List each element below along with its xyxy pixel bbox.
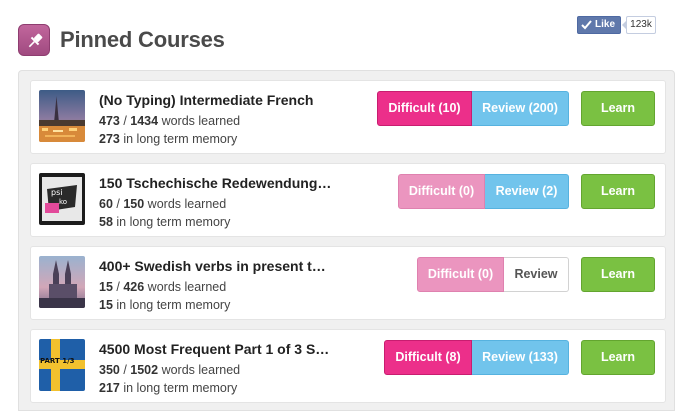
learn-button[interactable]: Learn bbox=[581, 174, 655, 209]
learn-button[interactable]: Learn bbox=[581, 257, 655, 292]
page-title: Pinned Courses bbox=[60, 27, 225, 52]
review-button[interactable]: Review (200) bbox=[472, 91, 569, 126]
course-title[interactable]: (No Typing) Intermediate French bbox=[99, 92, 313, 108]
learn-button[interactable]: Learn bbox=[581, 91, 655, 126]
review-button[interactable]: Review (133) bbox=[472, 340, 569, 375]
svg-text:ko: ko bbox=[59, 198, 67, 206]
thumbnail-part-label: PART 1/3 bbox=[40, 357, 75, 365]
course-card: (No Typing) Intermediate French 473 / 14… bbox=[30, 80, 666, 154]
long-term-memory-stat: 58 in long term memory bbox=[99, 215, 231, 229]
svg-text:psi: psi bbox=[51, 188, 62, 197]
review-button[interactable]: Review bbox=[504, 257, 569, 292]
like-count: 123k bbox=[622, 16, 656, 34]
course-card: psi ko 150 Tschechische Redewendung… 60 … bbox=[30, 163, 666, 237]
course-thumbnail-paris[interactable] bbox=[39, 90, 85, 142]
words-learned-stat: 350 / 1502 words learned bbox=[99, 363, 241, 377]
checkmark-icon bbox=[581, 20, 592, 30]
words-learned-stat: 473 / 1434 words learned bbox=[99, 114, 241, 128]
course-card: PART 1/3 4500 Most Frequent Part 1 of 3 … bbox=[30, 329, 666, 403]
words-learned-stat: 15 / 426 words learned bbox=[99, 280, 227, 294]
pinned-courses-panel: (No Typing) Intermediate French 473 / 14… bbox=[18, 70, 675, 411]
difficult-button[interactable]: Difficult (0) bbox=[417, 257, 504, 292]
course-thumbnail-cathedral[interactable] bbox=[39, 256, 85, 308]
course-thumbnail-swedish-flag[interactable]: PART 1/3 bbox=[39, 339, 85, 391]
difficult-button[interactable]: Difficult (8) bbox=[384, 340, 472, 375]
like-button[interactable]: Like bbox=[577, 16, 621, 34]
course-thumbnail-czech[interactable]: psi ko bbox=[39, 173, 85, 225]
course-card: 400+ Swedish verbs in present t… 15 / 42… bbox=[30, 246, 666, 320]
course-title[interactable]: 4500 Most Frequent Part 1 of 3 S… bbox=[99, 341, 329, 357]
review-button[interactable]: Review (2) bbox=[485, 174, 569, 209]
pushpin-icon bbox=[18, 24, 50, 56]
long-term-memory-stat: 15 in long term memory bbox=[99, 298, 231, 312]
long-term-memory-stat: 273 in long term memory bbox=[99, 132, 238, 146]
course-title[interactable]: 150 Tschechische Redewendung… bbox=[99, 175, 331, 191]
like-label: Like bbox=[595, 19, 616, 30]
learn-button[interactable]: Learn bbox=[581, 340, 655, 375]
difficult-button[interactable]: Difficult (0) bbox=[398, 174, 485, 209]
course-title[interactable]: 400+ Swedish verbs in present t… bbox=[99, 258, 326, 274]
words-learned-stat: 60 / 150 words learned bbox=[99, 197, 227, 211]
long-term-memory-stat: 217 in long term memory bbox=[99, 381, 238, 395]
difficult-button[interactable]: Difficult (10) bbox=[377, 91, 472, 126]
